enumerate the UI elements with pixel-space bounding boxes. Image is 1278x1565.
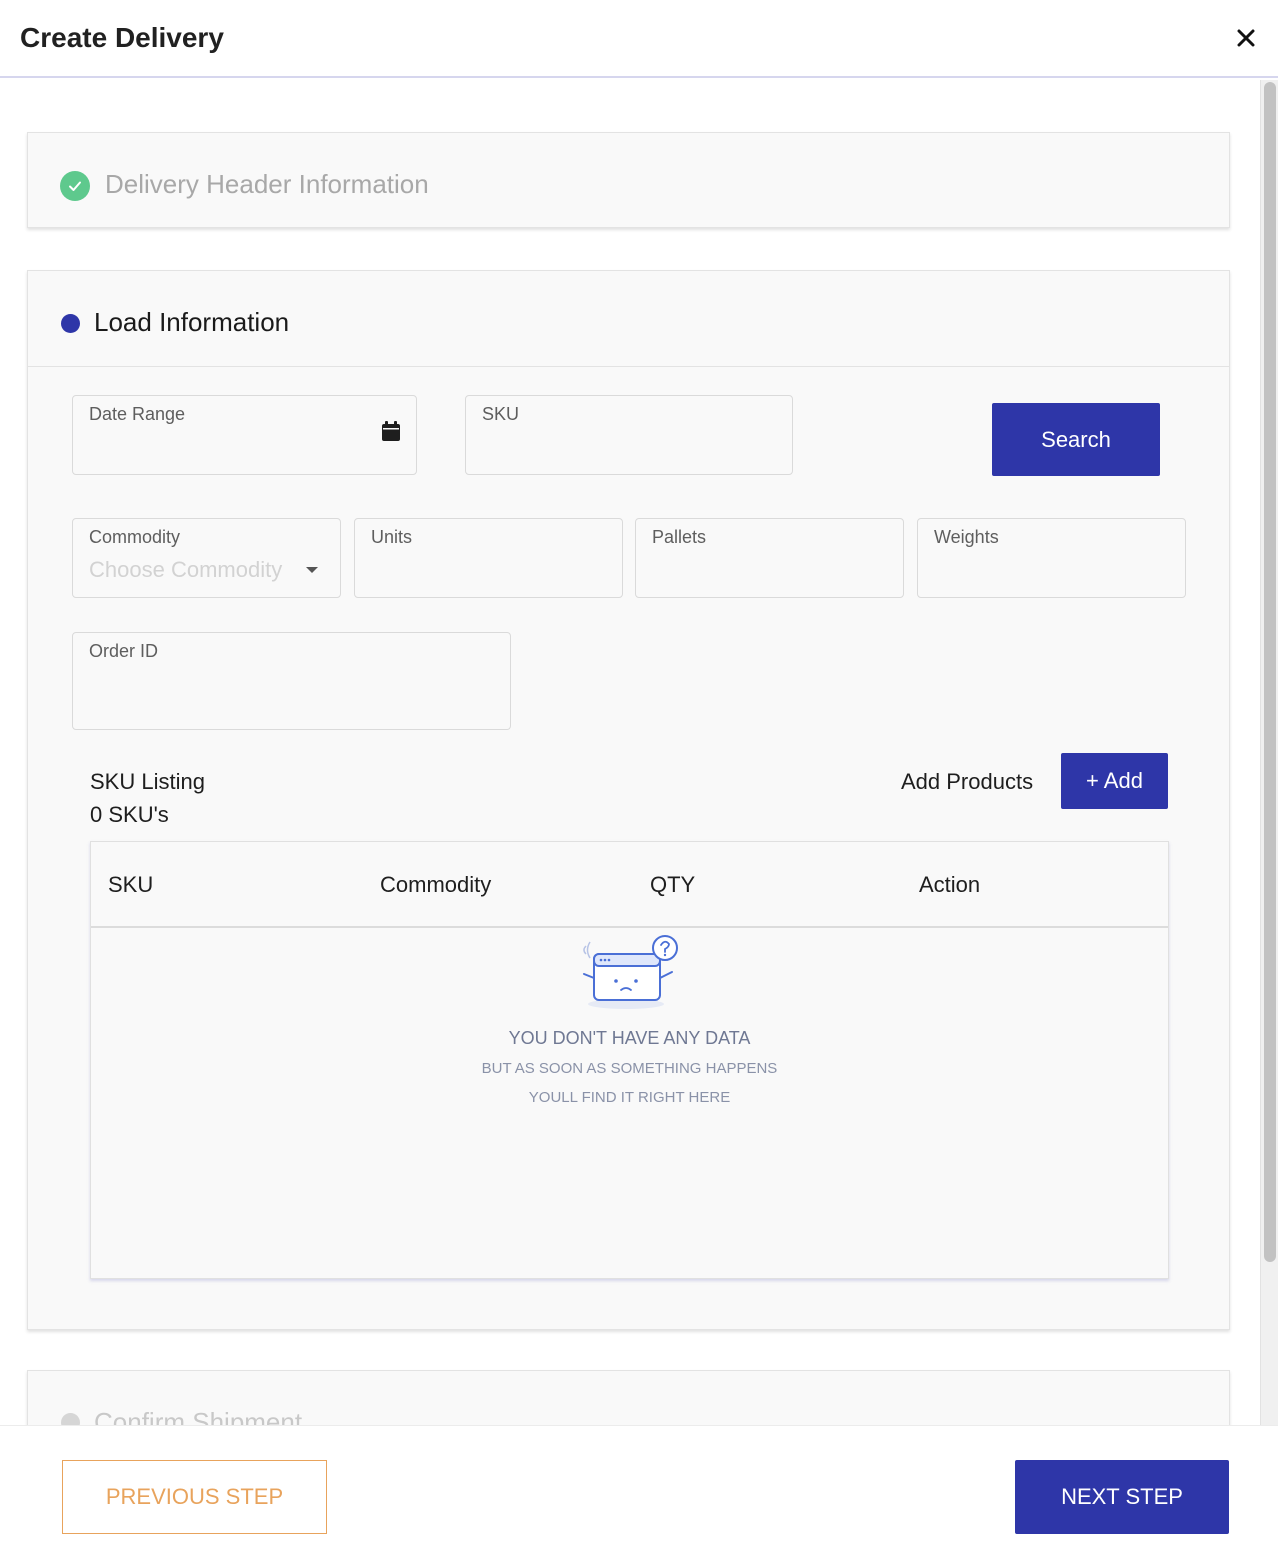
calendar-icon[interactable] [380, 420, 402, 442]
add-product-button[interactable]: + Add [1061, 753, 1168, 809]
step-delivery-header[interactable]: Delivery Header Information [27, 132, 1230, 228]
divider [28, 366, 1229, 367]
step-title: Confirm Shipment [94, 1407, 303, 1425]
column-header-action: Action [919, 872, 981, 897]
field-label: Order ID [89, 641, 159, 661]
close-icon [1237, 29, 1255, 47]
modal-body[interactable]: Delivery Header Information Load Informa… [0, 80, 1260, 1425]
check-circle-icon [60, 171, 90, 201]
modal-footer: PREVIOUS STEP NEXT STEP [0, 1425, 1278, 1565]
empty-state-line-1: BUT AS SOON AS SOMETHING HAPPENS [481, 1060, 778, 1077]
inactive-step-dot [61, 1413, 80, 1425]
field-label: Pallets [652, 527, 707, 547]
field-label: Units [371, 527, 413, 547]
sku-count: 0 SKU's [90, 802, 169, 827]
modal-header: Create Delivery [0, 0, 1278, 78]
empty-state-title: YOU DON'T HAVE ANY DATA [508, 1028, 751, 1048]
commodity-select[interactable]: Commodity Choose Commodity [72, 518, 341, 598]
previous-step-button[interactable]: PREVIOUS STEP [62, 1460, 327, 1534]
sku-listing-title: SKU Listing [90, 769, 205, 794]
step-title: Load Information [94, 307, 290, 337]
order-id-field[interactable]: Order ID [72, 632, 511, 730]
weights-field[interactable]: Weights [917, 518, 1186, 598]
sku-search-field[interactable]: SKU [465, 395, 793, 475]
active-step-dot [61, 314, 80, 333]
column-header-sku: SKU [108, 872, 154, 897]
empty-state-line-2: YOULL FIND IT RIGHT HERE [528, 1089, 731, 1106]
field-label: SKU [482, 404, 520, 424]
sku-table: SKU Commodity QTY Action YOU DON'T HAVE … [90, 841, 1169, 1279]
create-delivery-modal: Create Delivery Delivery Header Informat… [0, 0, 1278, 1565]
modal-title: Create Delivery [20, 22, 224, 53]
date-range-field[interactable]: Date Range [72, 395, 417, 475]
column-header-commodity: Commodity [380, 872, 492, 897]
step-title: Delivery Header Information [105, 169, 429, 199]
vertical-scrollbar[interactable] [1260, 80, 1278, 1425]
search-button[interactable]: Search [992, 403, 1160, 476]
next-step-button[interactable]: NEXT STEP [1015, 1460, 1229, 1534]
scrollbar-thumb[interactable] [1264, 82, 1276, 1262]
field-label: Commodity [89, 527, 181, 547]
column-header-qty: QTY [650, 872, 696, 897]
dropdown-arrow-icon [306, 567, 318, 573]
table-header: SKU Commodity QTY Action [91, 842, 1168, 928]
add-products-label: Add Products [901, 769, 1034, 794]
field-label: Weights [934, 527, 999, 547]
step-confirm-shipment[interactable]: Confirm Shipment [27, 1370, 1230, 1425]
commodity-placeholder: Choose Commodity [89, 557, 283, 582]
units-field[interactable]: Units [354, 518, 623, 598]
close-button[interactable] [1230, 22, 1262, 54]
empty-state-illustration [583, 935, 678, 1009]
pallets-field[interactable]: Pallets [635, 518, 904, 598]
field-label: Date Range [89, 404, 186, 424]
step-load-information: Load Information Date Range SKU Search C… [27, 270, 1230, 1330]
